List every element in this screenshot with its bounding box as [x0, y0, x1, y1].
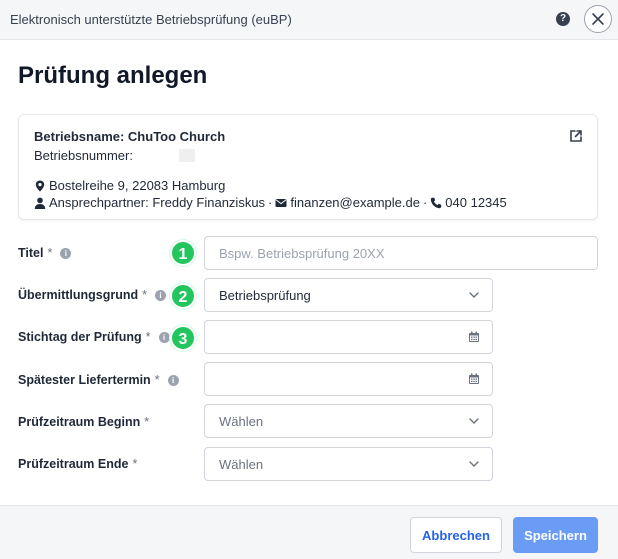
title-field[interactable] [204, 236, 598, 270]
reason-label-text: Übermittlungsgrund [18, 288, 139, 302]
dialog-title: Elektronisch unterstützte Betriebsprüfun… [10, 12, 292, 27]
info-icon[interactable]: i [167, 374, 179, 386]
latest-delivery-label-text: Spätester Liefertermin [18, 373, 151, 387]
period-end-placeholder: Wählen [219, 456, 264, 472]
separator: · [422, 195, 428, 210]
company-name: Betriebsname: ChuToo Church [34, 129, 226, 144]
company-number-label: Betriebsnummer: [34, 148, 133, 163]
info-icon[interactable]: i [155, 289, 167, 301]
company-contact-row: Ansprechpartner: Freddy Finanziskus · fi… [34, 195, 507, 210]
period-start-select[interactable]: Wählen [204, 404, 493, 438]
map-marker-icon [35, 180, 45, 191]
calendar-icon[interactable] [468, 373, 480, 385]
info-icon[interactable]: i [158, 331, 170, 343]
envelope-icon [275, 198, 287, 207]
step-badge-2: 2 [170, 283, 196, 309]
chevron-down-icon [469, 292, 479, 298]
company-address: Bostelreihe 9, 22083 Hamburg [49, 178, 226, 193]
contact-person: Ansprechpartner: Freddy Finanziskus [49, 195, 266, 210]
contact-email[interactable]: finanzen@example.de [290, 195, 420, 210]
company-info-card: Betriebsname: ChuToo Church Betriebsnumm… [18, 114, 598, 220]
redacted-value [178, 149, 195, 162]
info-icon[interactable]: i [60, 247, 72, 259]
required-marker: * [144, 415, 150, 429]
period-end-select[interactable]: Wählen [204, 447, 493, 481]
save-button[interactable]: Speichern [513, 517, 598, 553]
required-marker: * [132, 457, 138, 471]
company-number-row: Betriebsnummer: [34, 148, 195, 163]
reason-selected-value: Betriebsprüfung [219, 287, 311, 303]
cancel-button[interactable]: Abbrechen [410, 517, 502, 553]
company-address-row: Bostelreihe 9, 22083 Hamburg [34, 178, 225, 193]
step-badge-3: 3 [170, 325, 196, 351]
dialog-footer: Abbrechen Speichern [0, 505, 618, 559]
required-marker: * [145, 330, 151, 344]
period-start-label-text: Prüfzeitraum Beginn [18, 415, 141, 429]
required-marker: * [142, 288, 148, 302]
help-icon[interactable]: ? [556, 12, 570, 26]
period-start-label: Prüfzeitraum Beginn * [18, 415, 149, 429]
title-label: Titel * i [18, 246, 72, 260]
required-marker: * [47, 246, 53, 260]
reason-label: Übermittlungsgrund * i [18, 288, 167, 302]
title-label-text: Titel [18, 246, 44, 260]
close-icon [592, 13, 604, 25]
latest-delivery-label: Spätester Liefertermin * i [18, 373, 179, 387]
key-date-input[interactable] [219, 329, 478, 345]
dialog-header: Elektronisch unterstützte Betriebsprüfun… [0, 0, 618, 40]
separator: · [268, 195, 273, 210]
latest-delivery-input[interactable] [219, 371, 478, 387]
key-date-label: Stichtag der Prüfung * i [18, 330, 170, 344]
key-date-label-text: Stichtag der Prüfung [18, 330, 142, 344]
chevron-down-icon [469, 461, 479, 467]
required-marker: * [154, 373, 160, 387]
contact-phone[interactable]: 040 12345 [445, 195, 506, 210]
phone-icon [431, 197, 442, 208]
period-end-label-text: Prüfzeitraum Ende [18, 457, 129, 471]
period-start-placeholder: Wählen [219, 413, 264, 429]
calendar-icon[interactable] [468, 331, 480, 343]
close-button[interactable] [584, 5, 612, 33]
chevron-down-icon [469, 418, 479, 424]
external-link-icon[interactable] [569, 129, 583, 143]
reason-select[interactable]: Betriebsprüfung [204, 278, 493, 312]
period-end-label: Prüfzeitraum Ende * [18, 457, 137, 471]
key-date-field[interactable] [204, 320, 493, 354]
page-title: Prüfung anlegen [18, 62, 208, 89]
user-icon [34, 197, 46, 209]
step-badge-1: 1 [170, 240, 196, 266]
title-input[interactable] [219, 245, 583, 261]
latest-delivery-field[interactable] [204, 362, 493, 396]
